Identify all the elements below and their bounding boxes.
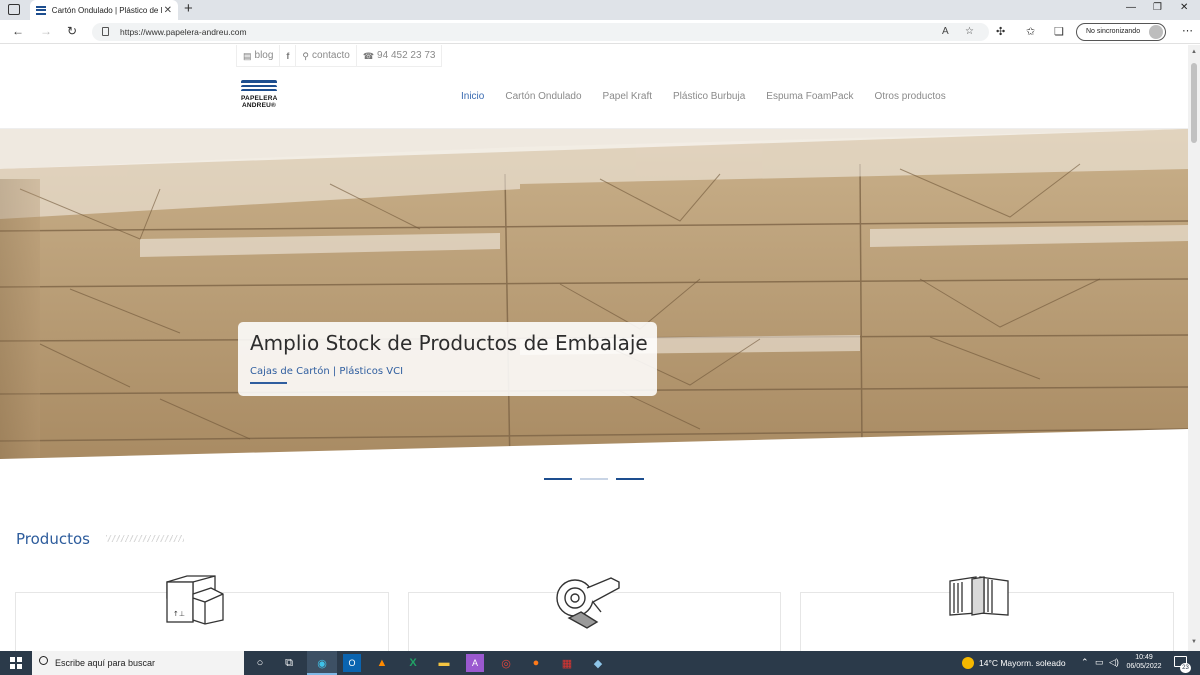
taskbar-search-placeholder: Escribe aquí para buscar	[55, 658, 156, 668]
contact-link[interactable]: ⚲ contacto	[296, 45, 357, 67]
phone-label: 94 452 23 73	[377, 49, 436, 61]
hero-subtitle-underline	[250, 382, 287, 384]
phone-icon: ☎	[362, 50, 375, 61]
nav-item-inicio[interactable]: Inicio	[461, 91, 484, 102]
nav-item-carton-ondulado[interactable]: Cartón Ondulado	[505, 91, 581, 102]
scroll-down-icon[interactable]: ▼	[1191, 639, 1197, 645]
contact-label: contacto	[312, 49, 350, 61]
site-header: PAPELERA ANDREU® Inicio Cartón Ondulado …	[0, 68, 1188, 129]
extensions-icon[interactable]: ✣	[996, 25, 1005, 38]
search-icon	[39, 656, 48, 665]
avatar	[1149, 25, 1163, 39]
network-icon[interactable]: ▭	[1095, 657, 1104, 668]
task-view-icon[interactable]: ⧉	[280, 654, 298, 672]
excel-icon[interactable]: X	[404, 654, 422, 672]
blog-link[interactable]: ▤ blog	[236, 45, 281, 67]
notes-app-icon[interactable]: ◆	[589, 654, 607, 672]
profile-sync-button[interactable]: No sincronizando	[1076, 23, 1166, 41]
more-menu-icon[interactable]: ⋯	[1182, 24, 1193, 37]
url-text[interactable]: https://www.papelera-andreu.com	[120, 27, 247, 37]
forward-icon[interactable]: →	[40, 24, 52, 38]
clock-time: 10:49	[1135, 654, 1153, 661]
hero-slider[interactable]: Amplio Stock de Productos de Embalaje Ca…	[0, 129, 1188, 469]
clock-date: 06/05/2022	[1126, 663, 1162, 670]
location-pin-icon: ⚲	[302, 50, 310, 61]
pdf-reader-icon[interactable]: ▦	[558, 654, 576, 672]
hero-title: Amplio Stock de Productos de Embalaje	[250, 331, 648, 355]
facebook-link[interactable]: f	[280, 45, 297, 67]
tab-actions-icon[interactable]	[8, 4, 20, 15]
corrugated-sheets-icon	[949, 576, 1009, 616]
edge-browser-icon[interactable]: ◉	[313, 654, 331, 672]
read-aloud-icon[interactable]: A	[942, 26, 949, 37]
hero-subtitle-link[interactable]: Cajas de Cartón | Plásticos VCI	[250, 366, 645, 377]
favorites-icon[interactable]: ✩	[1026, 25, 1035, 38]
file-explorer-icon[interactable]: ▬	[435, 654, 453, 672]
chrome-icon[interactable]: ◎	[497, 654, 515, 672]
tab-title: Cartón Ondulado | Plástico de Bu	[51, 5, 162, 15]
browser-toolbar: ← → ↻ https://www.papelera-andreu.com A …	[0, 20, 1200, 44]
nav-item-papel-kraft[interactable]: Papel Kraft	[603, 91, 652, 102]
tape-dispenser-icon	[556, 577, 620, 629]
slider-dot-3[interactable]	[616, 478, 644, 480]
weather-widget[interactable]: 14°C Mayorm. soleado	[962, 657, 1066, 669]
main-navigation: Inicio Cartón Ondulado Papel Kraft Plást…	[461, 91, 946, 102]
windows-start-icon[interactable]	[10, 657, 22, 669]
site-logo[interactable]: PAPELERA ANDREU®	[241, 80, 277, 118]
slider-dot-1[interactable]	[544, 478, 572, 480]
new-tab-icon[interactable]: +	[184, 1, 193, 17]
products-heading: Productos	[16, 530, 90, 548]
reload-icon[interactable]: ↻	[67, 24, 77, 38]
outlook-icon[interactable]: O	[343, 654, 361, 672]
hero-caption: Amplio Stock de Productos de Embalaje Ca…	[238, 322, 657, 396]
sun-icon	[962, 657, 974, 669]
web-page: ▤ blog f ⚲ contacto ☎ 94 452 23 73 PAPEL…	[0, 45, 1188, 651]
kraft-paper-stacks-image	[0, 129, 1188, 469]
address-bar[interactable]: https://www.papelera-andreu.com A ☆	[92, 23, 989, 41]
scroll-up-icon[interactable]: ▲	[1191, 49, 1197, 55]
system-clock[interactable]: 10:49 06/05/2022	[1124, 653, 1164, 671]
scrollbar-thumb[interactable]	[1191, 63, 1197, 143]
browser-tab-bar: Cartón Ondulado | Plástico de Bu ✕ + — ❐…	[0, 0, 1200, 20]
firefox-icon[interactable]: ●	[527, 654, 545, 672]
boxes-icon: ↑⊥	[166, 575, 224, 625]
minimize-icon[interactable]: —	[1126, 2, 1136, 13]
vlc-icon[interactable]: ▲	[373, 654, 391, 672]
cortana-icon[interactable]: ○	[251, 654, 269, 672]
weather-text: 14°C Mayorm. soleado	[979, 658, 1066, 668]
windows-taskbar: Escribe aquí para buscar ○ ⧉ ◉ O ▲ X ▬ A…	[0, 651, 1200, 675]
restore-icon[interactable]: ❐	[1153, 2, 1162, 13]
facebook-icon: f	[286, 50, 290, 61]
notification-count-badge: 23	[1180, 663, 1191, 673]
lock-icon[interactable]	[102, 27, 109, 36]
collections-icon[interactable]: ❏	[1054, 25, 1064, 38]
tray-expand-icon[interactable]: ⌃	[1081, 657, 1089, 668]
nav-item-espuma-foampack[interactable]: Espuma FoamPack	[766, 91, 853, 102]
phone-link[interactable]: ☎ 94 452 23 73	[357, 45, 443, 67]
nav-item-plastico-burbuja[interactable]: Plástico Burbuja	[673, 91, 745, 102]
site-favicon-icon	[36, 5, 46, 15]
affinity-icon[interactable]: A	[466, 654, 484, 672]
sync-label: No sincronizando	[1086, 28, 1141, 35]
close-tab-icon[interactable]: ✕	[164, 5, 172, 16]
slider-pagination	[544, 478, 644, 480]
nav-item-otros-productos[interactable]: Otros productos	[875, 91, 946, 102]
vertical-scrollbar[interactable]: ▲ ▼	[1188, 45, 1200, 651]
blog-icon: ▤	[243, 50, 252, 61]
back-icon[interactable]: ←	[12, 24, 24, 38]
svg-text:↑⊥: ↑⊥	[173, 610, 185, 618]
slider-dot-2[interactable]	[580, 478, 608, 480]
logo-text-line2: ANDREU®	[242, 102, 276, 109]
heading-decoration	[106, 535, 184, 542]
volume-icon[interactable]: ◁)	[1109, 657, 1119, 668]
blog-label: blog	[254, 49, 274, 61]
browser-tab[interactable]: Cartón Ondulado | Plástico de Bu ✕	[30, 0, 178, 20]
top-contact-bar: ▤ blog f ⚲ contacto ☎ 94 452 23 73	[236, 45, 443, 67]
favorite-star-icon[interactable]: ☆	[965, 26, 974, 37]
close-window-icon[interactable]: ✕	[1180, 2, 1188, 13]
taskbar-search-box[interactable]: Escribe aquí para buscar	[32, 651, 244, 675]
logo-text-line1: PAPELERA	[241, 95, 278, 102]
